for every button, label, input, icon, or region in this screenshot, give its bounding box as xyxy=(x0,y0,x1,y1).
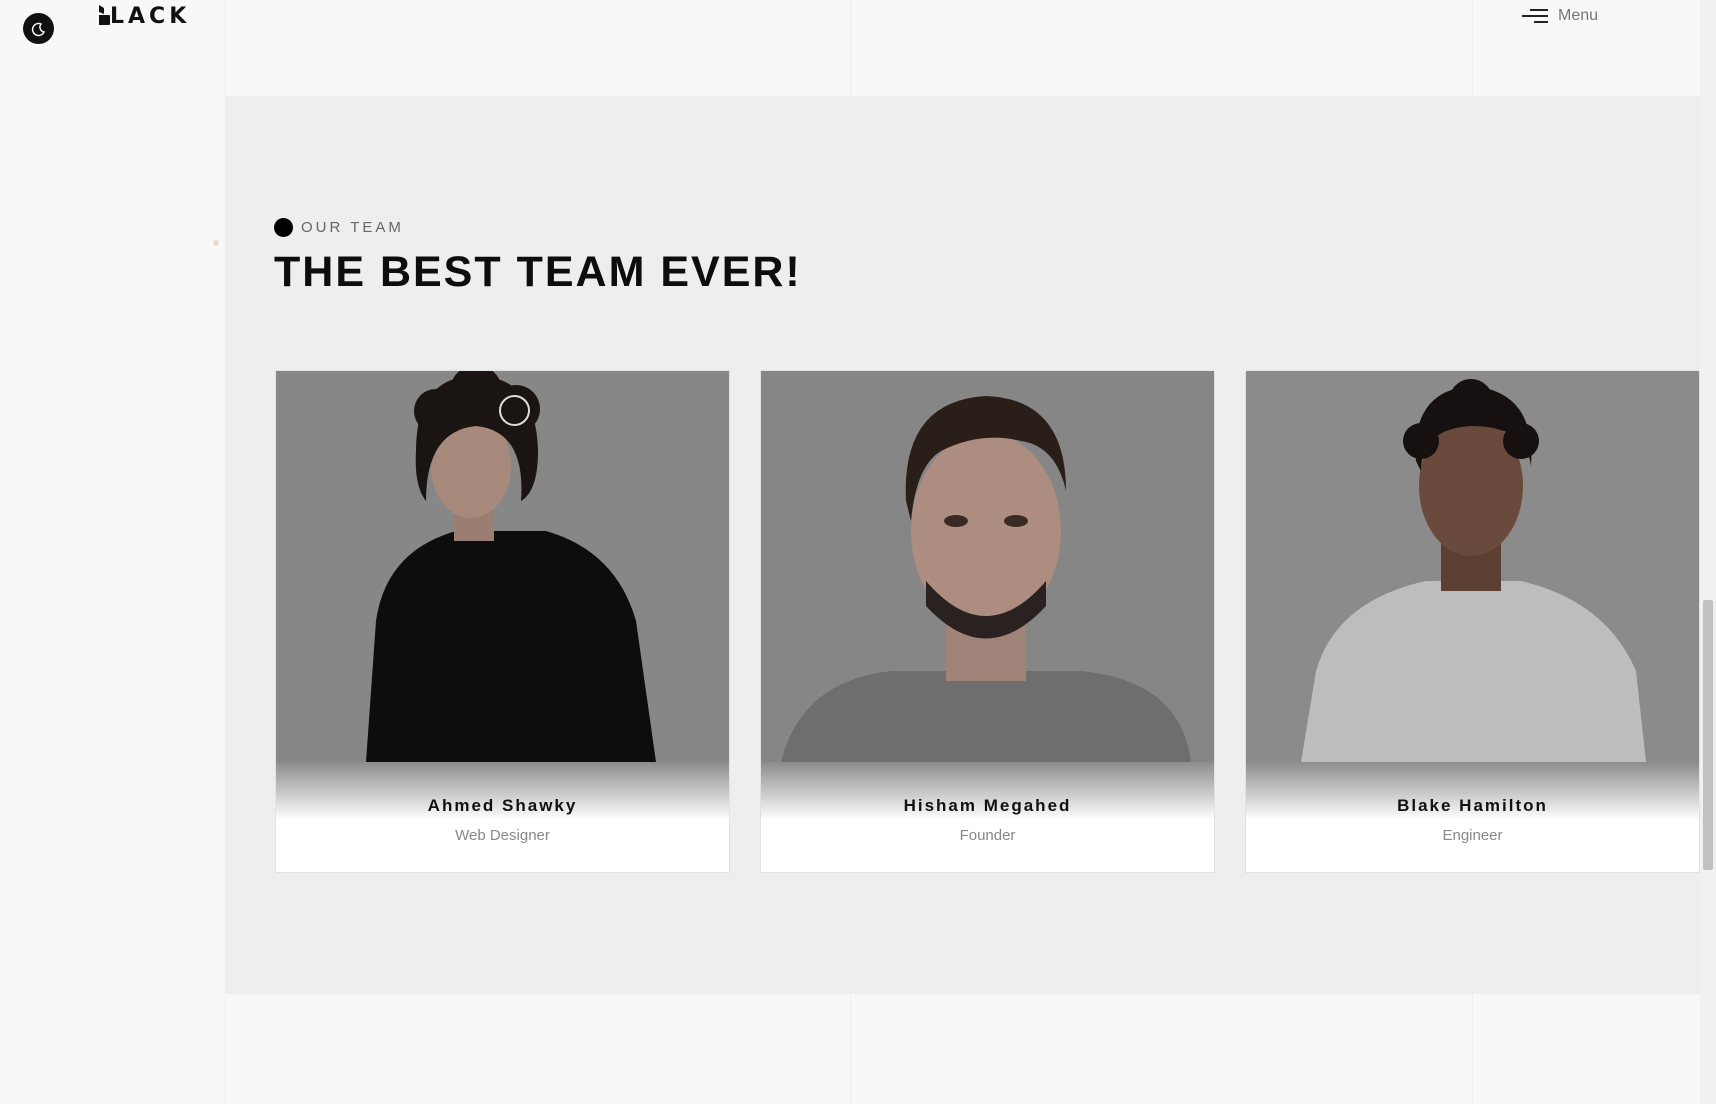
member-role: Engineer xyxy=(1442,827,1503,844)
scrollbar-thumb[interactable] xyxy=(1703,600,1713,870)
section-heading: THE BEST TEAM EVER! xyxy=(274,248,802,296)
team-card[interactable]: Ahmed Shawky Web Designer xyxy=(275,370,730,873)
menu-button[interactable]: Menu xyxy=(1520,6,1598,26)
cursor-ring xyxy=(499,395,530,426)
bullet-icon xyxy=(274,218,293,237)
site-logo[interactable]: LACK xyxy=(98,4,190,29)
person-portrait-icon xyxy=(761,371,1214,762)
member-name: Ahmed Shawky xyxy=(427,796,578,815)
section-marker-dot xyxy=(213,240,219,246)
moon-icon xyxy=(31,22,45,36)
subtitle-text: OUR TEAM xyxy=(301,219,404,236)
member-photo xyxy=(1246,371,1699,762)
team-card[interactable]: Hisham Megahed Founder xyxy=(760,370,1215,873)
logo-mark-icon xyxy=(99,5,113,25)
person-portrait-icon xyxy=(276,371,729,762)
theme-toggle-button[interactable] xyxy=(23,13,54,44)
member-role: Web Designer xyxy=(455,827,550,844)
hamburger-icon xyxy=(1520,6,1548,26)
section-subtitle: OUR TEAM xyxy=(274,218,404,237)
page-scrollbar[interactable] xyxy=(1700,0,1716,1104)
member-role: Founder xyxy=(959,827,1016,844)
team-card[interactable]: Blake Hamilton Engineer xyxy=(1245,370,1700,873)
person-portrait-icon xyxy=(1246,371,1699,762)
member-name: Hisham Megahed xyxy=(903,796,1072,815)
logo-text: LACK xyxy=(110,4,191,29)
member-photo xyxy=(276,371,729,762)
team-section: OUR TEAM THE BEST TEAM EVER! Ahmed Shawk… xyxy=(225,96,1700,994)
member-name: Blake Hamilton xyxy=(1397,796,1548,815)
member-photo xyxy=(761,371,1214,762)
menu-label: Menu xyxy=(1558,7,1599,24)
